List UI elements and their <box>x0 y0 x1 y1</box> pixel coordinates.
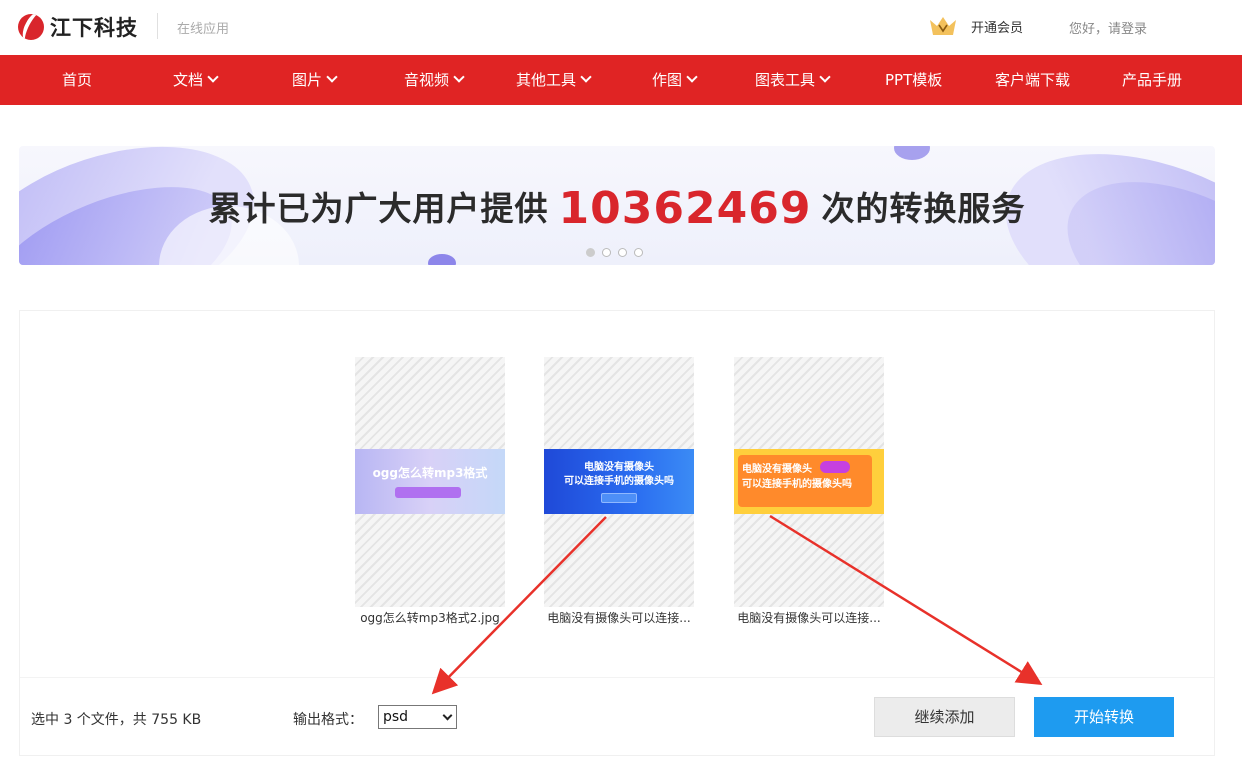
nav-label: 产品手册 <box>1122 71 1183 89</box>
carousel-dot-4[interactable] <box>634 248 643 257</box>
format-value: psd <box>383 709 409 725</box>
banner-text-before: 累计已为广大用户提供 <box>208 189 549 228</box>
preview-caption: 电脑没有摄像头可以连接手机的摄像头吗 <box>544 461 694 489</box>
nav-item-documents[interactable]: 文档 <box>173 55 219 105</box>
carousel-dot-1[interactable] <box>586 248 595 257</box>
banner-decoration <box>894 146 930 160</box>
vip-membership-link[interactable]: 开通会员 <box>927 14 1023 38</box>
nav-item-audio-video[interactable]: 音视频 <box>404 55 465 105</box>
nav-label: 客户端下载 <box>995 71 1071 89</box>
output-format-select[interactable]: psd <box>378 705 457 729</box>
logo-subtitle: 在线应用 <box>177 22 230 37</box>
logo-divider <box>157 13 158 39</box>
nav-label: 其他工具 <box>516 71 577 89</box>
file-thumbnail-3[interactable]: 电脑没有摄像头可以连接手机的摄像头吗 <box>734 357 884 607</box>
logo-icon <box>18 14 44 40</box>
carousel-dot-3[interactable] <box>618 248 627 257</box>
banner-headline: 累计已为广大用户提供 10362469 次的转换服务 <box>19 180 1215 234</box>
chevron-down-icon <box>580 71 592 83</box>
image-preview: ogg怎么转mp3格式 <box>355 449 505 514</box>
nav-label: 图表工具 <box>755 71 816 89</box>
file-thumbnail-1[interactable]: ogg怎么转mp3格式 <box>355 357 505 607</box>
carousel-dots <box>586 248 650 257</box>
chevron-down-icon <box>686 71 698 83</box>
nav-item-product-manual[interactable]: 产品手册 <box>1122 55 1182 105</box>
vip-label: 开通会员 <box>971 20 1024 36</box>
preview-subtitle: 可以连接手机的摄像头吗 <box>742 479 852 490</box>
start-conversion-button[interactable]: 开始转换 <box>1034 697 1174 737</box>
file-workspace: ogg怎么转mp3格式 ogg怎么转mp3格式2.jpg 电脑没有摄像头 可以连接… <box>19 310 1215 756</box>
preview-title: ogg怎么转mp3格式 <box>372 466 488 480</box>
nav-label: 音视频 <box>404 71 450 89</box>
nav-item-images[interactable]: 图片 <box>292 55 338 105</box>
nav-item-chart-tools[interactable]: 图表工具 <box>755 55 831 105</box>
preview-tag-graphic <box>820 461 850 473</box>
brand-logo[interactable]: 江下科技 <box>18 12 138 42</box>
chevron-down-icon <box>326 71 338 83</box>
output-format-label: 输出格式： <box>293 712 363 728</box>
preview-subtitle: 可以连接手机的摄像头吗 <box>564 476 674 487</box>
main-nav: 首页 文档 图片 音视频 其他工具 作图 图表工具 PPT模板 客户端下载 产品… <box>0 55 1242 105</box>
preview-button-graphic <box>601 493 637 503</box>
banner-decoration <box>428 254 456 265</box>
file-name: 电脑没有摄像头可以连接... <box>737 611 881 625</box>
preview-button-graphic <box>395 487 461 498</box>
stats-banner[interactable]: 累计已为广大用户提供 10362469 次的转换服务 <box>19 146 1215 265</box>
nav-item-drawing[interactable]: 作图 <box>652 55 698 105</box>
nav-item-other-tools[interactable]: 其他工具 <box>516 55 592 105</box>
chevron-down-icon <box>453 71 465 83</box>
nav-label: 首页 <box>62 71 93 89</box>
chevron-down-icon <box>442 710 453 721</box>
selected-files-info: 选中 3 个文件，共 755 KB <box>31 712 202 728</box>
image-preview: 电脑没有摄像头可以连接手机的摄像头吗 <box>544 449 694 514</box>
nav-label: PPT模板 <box>885 71 943 89</box>
preview-title: 电脑没有摄像头 <box>584 462 654 473</box>
login-link[interactable]: 您好，请登录 <box>1069 18 1147 37</box>
image-preview: 电脑没有摄像头可以连接手机的摄像头吗 <box>734 449 884 514</box>
banner-text-after: 次的转换服务 <box>821 189 1026 228</box>
nav-item-home[interactable]: 首页 <box>62 55 92 105</box>
file-name: ogg怎么转mp3格式2.jpg <box>360 611 500 625</box>
carousel-dot-2[interactable] <box>602 248 611 257</box>
nav-label: 作图 <box>652 71 683 89</box>
nav-item-client-download[interactable]: 客户端下载 <box>995 55 1070 105</box>
nav-item-ppt-templates[interactable]: PPT模板 <box>885 55 942 105</box>
top-header: 江下科技 在线应用 开通会员 您好，请登录 <box>0 0 1242 55</box>
file-thumbnail-2[interactable]: 电脑没有摄像头可以连接手机的摄像头吗 <box>544 357 694 607</box>
conversion-toolbar: 选中 3 个文件，共 755 KB 输出格式： psd 继续添加 开始转换 <box>20 677 1214 755</box>
chevron-down-icon <box>819 71 831 83</box>
nav-label: 文档 <box>173 71 204 89</box>
preview-title: 电脑没有摄像头 <box>742 464 812 475</box>
logo-text: 江下科技 <box>50 16 138 40</box>
continue-add-button[interactable]: 继续添加 <box>874 697 1015 737</box>
conversion-count: 10362469 <box>558 183 812 234</box>
nav-label: 图片 <box>292 71 323 89</box>
file-name: 电脑没有摄像头可以连接... <box>547 611 691 625</box>
chevron-down-icon <box>207 71 219 83</box>
crown-icon <box>927 14 959 38</box>
